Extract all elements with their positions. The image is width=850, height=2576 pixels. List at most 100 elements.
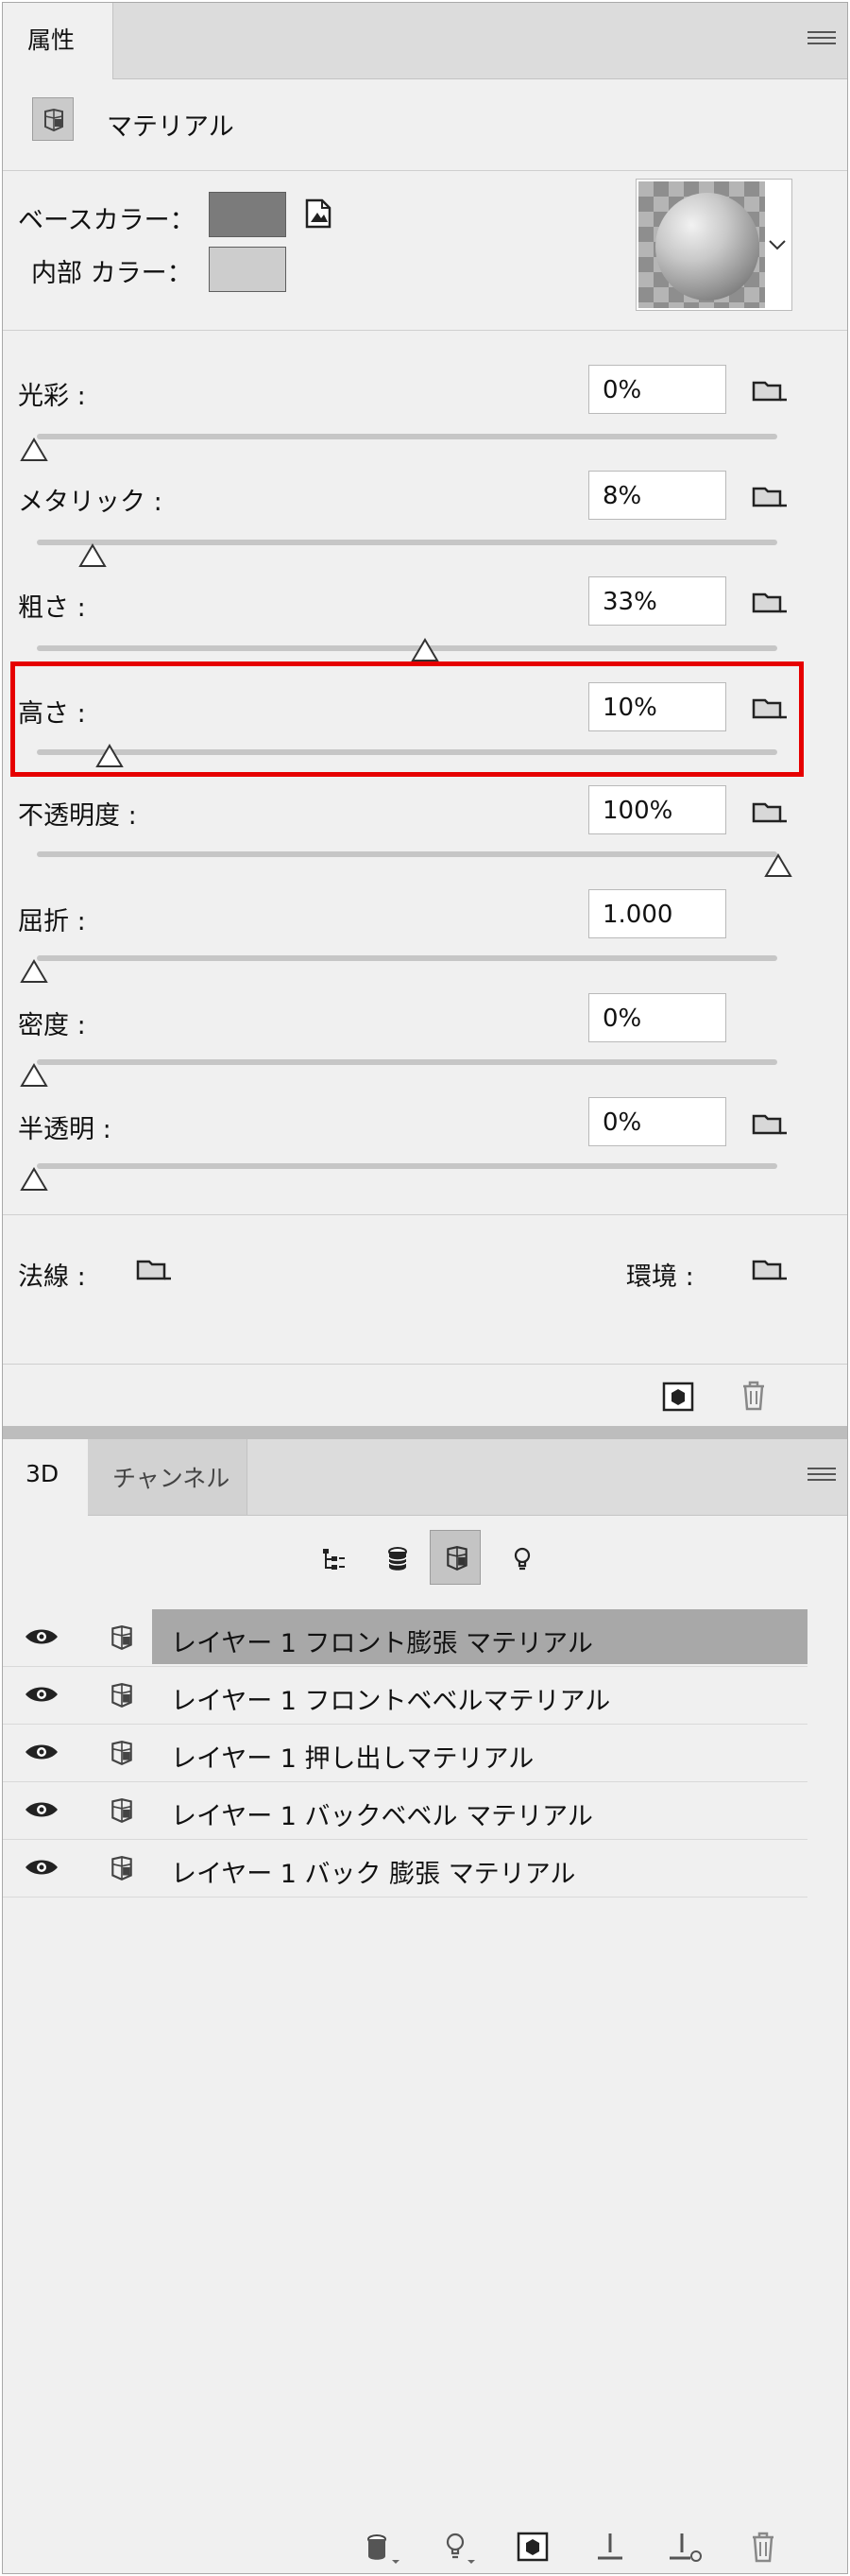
- translucency-slider-track[interactable]: [37, 1163, 777, 1169]
- interior-color-label: 内部 カラー：: [31, 259, 193, 288]
- panel-menu-icon[interactable]: [808, 1468, 836, 1486]
- eye-icon[interactable]: [24, 1857, 60, 1878]
- roughness-slider-thumb[interactable]: [411, 638, 439, 662]
- panel-3d: 3D チャンネル レイヤー 1 フロント膨張 マテリアル レイヤー 1 フロント…: [3, 1439, 847, 2573]
- drop-to-ground-icon[interactable]: [668, 2530, 704, 2564]
- list-item-label: レイヤー 1 フロント膨張 マテリアル: [152, 1609, 808, 1664]
- slider-label: 粗さ :: [18, 593, 86, 623]
- metallic-value-input[interactable]: 8%: [588, 471, 726, 520]
- list-item[interactable]: レイヤー 1 バックベベル マテリアル: [3, 1782, 808, 1840]
- tab-3d[interactable]: 3D: [3, 1439, 89, 1516]
- refraction-value-input[interactable]: 1.000: [588, 889, 726, 938]
- slider-label: 屈折 :: [18, 907, 86, 936]
- material-icon: [111, 1798, 132, 1824]
- properties-tab-bar: 属性: [3, 3, 847, 79]
- list-item-label: レイヤー 1 バックベベル マテリアル: [171, 1802, 593, 1831]
- tab-channels[interactable]: チャンネル: [88, 1439, 247, 1515]
- material-list: レイヤー 1 フロント膨張 マテリアル レイヤー 1 フロントベベルマテリアル …: [3, 1609, 808, 1898]
- material-icon: [111, 1741, 132, 1766]
- folder-icon[interactable]: [751, 799, 790, 827]
- new-light-icon[interactable]: [443, 2532, 479, 2566]
- divider: [3, 330, 847, 331]
- folder-icon[interactable]: [751, 483, 790, 511]
- eye-icon[interactable]: [24, 1684, 60, 1705]
- mesh-filter-button[interactable]: [371, 1532, 422, 1587]
- slider-label: 密度 :: [18, 1011, 86, 1040]
- list-item[interactable]: レイヤー 1 押し出しマテリアル: [3, 1725, 808, 1782]
- light-filter-icon: [514, 1547, 531, 1571]
- properties-panel: 属性 マテリアル ベースカラー： 内部 カラー： 光彩: 0% メタリック:…: [3, 3, 847, 1427]
- render-icon[interactable]: [662, 1382, 694, 1412]
- mesh-filter-icon: [388, 1547, 407, 1571]
- panel-menu-icon[interactable]: [808, 31, 836, 50]
- normal-folder-icon[interactable]: [135, 1256, 175, 1284]
- roughness-value-input[interactable]: 33%: [588, 576, 726, 626]
- list-item-label: レイヤー 1 バック 膨張 マテリアル: [171, 1860, 576, 1889]
- translucency-value-input[interactable]: 0%: [588, 1097, 726, 1146]
- normal-label: 法線 :: [18, 1262, 86, 1292]
- slider-label: 半透明 :: [18, 1115, 111, 1144]
- refraction-slider-thumb[interactable]: [20, 959, 48, 984]
- material-icon: [111, 1625, 132, 1651]
- chevron-down-icon[interactable]: [767, 238, 788, 251]
- metallic-slider-thumb[interactable]: [78, 543, 107, 568]
- material-preview: [638, 181, 765, 308]
- light-filter-button[interactable]: [496, 1532, 547, 1587]
- new-mesh-icon[interactable]: [364, 2533, 403, 2566]
- glow-slider-track[interactable]: [37, 434, 777, 439]
- trash-icon[interactable]: [740, 1380, 768, 1412]
- translucency-slider-thumb[interactable]: [20, 1167, 48, 1192]
- opacity-slider-thumb[interactable]: [764, 853, 792, 878]
- trash-icon[interactable]: [749, 2530, 777, 2564]
- environment-folder-icon[interactable]: [751, 1256, 790, 1284]
- eye-icon[interactable]: [24, 1742, 60, 1762]
- material-sphere-preview: [655, 193, 759, 301]
- tab-3d-label: 3D: [26, 1460, 60, 1487]
- material-filter-icon: [447, 1546, 468, 1571]
- slider-label: メタリック :: [18, 488, 162, 517]
- ground-plane-icon[interactable]: [594, 2530, 626, 2564]
- refraction-slider-track[interactable]: [37, 955, 777, 961]
- panel-3d-tab-bar: 3D チャンネル: [3, 1439, 847, 1516]
- list-item[interactable]: レイヤー 1 バック 膨張 マテリアル: [3, 1840, 808, 1898]
- density-slider-thumb[interactable]: [20, 1063, 48, 1088]
- density-value-input[interactable]: 0%: [588, 993, 726, 1042]
- divider: [3, 1214, 847, 1215]
- folder-icon[interactable]: [751, 377, 790, 405]
- tab-properties-label: 属性: [27, 26, 76, 54]
- folder-icon[interactable]: [751, 589, 790, 617]
- eye-icon[interactable]: [24, 1626, 60, 1647]
- slider-label: 不透明度 :: [18, 801, 137, 831]
- list-item-label: レイヤー 1 フロントベベルマテリアル: [171, 1687, 611, 1716]
- glow-value-input[interactable]: 0%: [588, 365, 726, 414]
- scene-filter-icon: [323, 1549, 345, 1570]
- material-filter-button[interactable]: [430, 1530, 481, 1585]
- environment-label: 環境 :: [626, 1262, 694, 1292]
- folder-icon[interactable]: [751, 1110, 790, 1139]
- slider-label: 光彩 :: [18, 382, 86, 411]
- material-icon: [111, 1856, 132, 1881]
- glow-slider-thumb[interactable]: [20, 438, 48, 462]
- material-icon[interactable]: [32, 97, 74, 141]
- list-item[interactable]: レイヤー 1 フロント膨張 マテリアル: [3, 1609, 808, 1667]
- material-picker[interactable]: [636, 179, 792, 311]
- roughness-slider-track[interactable]: [37, 645, 777, 651]
- scene-filter-button[interactable]: [307, 1532, 358, 1587]
- panel-frame: 属性 マテリアル ベースカラー： 内部 カラー： 光彩: 0% メタリック:…: [2, 2, 848, 2574]
- metallic-slider-track[interactable]: [37, 540, 777, 545]
- density-slider-track[interactable]: [37, 1059, 777, 1065]
- opacity-value-input[interactable]: 100%: [588, 785, 726, 834]
- tab-properties[interactable]: 属性: [3, 3, 113, 79]
- list-item[interactable]: レイヤー 1 フロントベベルマテリアル: [3, 1667, 808, 1725]
- render-icon[interactable]: [517, 2532, 549, 2562]
- edit-texture-icon[interactable]: [303, 197, 335, 230]
- list-item-label: レイヤー 1 押し出しマテリアル: [171, 1744, 535, 1774]
- eye-icon[interactable]: [24, 1799, 60, 1820]
- base-color-label: ベースカラー：: [18, 206, 196, 235]
- opacity-slider-track[interactable]: [37, 851, 777, 857]
- panel-gap: [3, 1426, 847, 1439]
- panel-3d-toolbar: [3, 2522, 847, 2573]
- tab-channels-label: チャンネル: [112, 1465, 230, 1492]
- interior-color-swatch[interactable]: [209, 247, 286, 292]
- base-color-swatch[interactable]: [209, 192, 286, 237]
